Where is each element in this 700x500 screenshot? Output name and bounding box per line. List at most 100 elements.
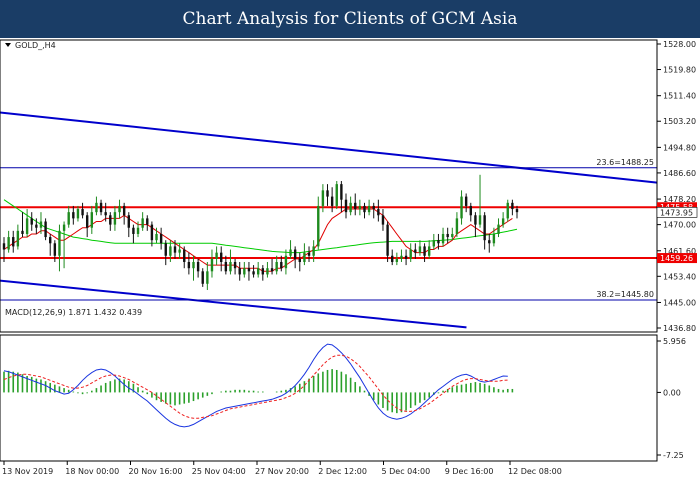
candle-body <box>155 233 158 241</box>
time-axis-label: 9 Dec 16:00 <box>445 467 494 476</box>
candle-body <box>150 224 154 241</box>
candle-body <box>196 261 200 272</box>
candle-body <box>391 255 394 262</box>
time-axis-label: 27 Nov 20:00 <box>255 467 309 476</box>
candle-body <box>501 218 505 225</box>
candle-body <box>12 237 15 247</box>
candle-body <box>455 218 459 234</box>
candle-body <box>474 215 477 225</box>
candle-body <box>427 246 431 256</box>
candle-body <box>358 205 362 210</box>
candle-body <box>81 209 84 216</box>
candle-body <box>35 224 38 228</box>
candle-body <box>21 230 24 234</box>
candle-body <box>488 240 491 244</box>
macd-axis-label: 5.956 <box>663 337 686 346</box>
candle-body <box>293 249 297 259</box>
time-axis-label: 12 Dec 08:00 <box>508 467 562 476</box>
candle-body <box>169 246 172 256</box>
candle-body <box>67 212 70 225</box>
candle-body <box>298 258 301 262</box>
candle-body <box>381 215 385 225</box>
candle-body <box>122 205 126 216</box>
price-chart: 23.6=1488.25 38.2=1445.80 1528.00 1519.80 1… <box>0 38 700 500</box>
candle-body <box>132 227 135 234</box>
candle-body <box>307 252 311 256</box>
price-axis-label: 1494.80 <box>663 143 696 152</box>
candle-body <box>432 240 436 247</box>
candle-body <box>349 202 352 213</box>
candle-body <box>44 221 47 238</box>
candle-body <box>261 268 265 275</box>
candle-body <box>312 246 315 256</box>
candle-body <box>367 205 371 213</box>
candle-body <box>275 261 278 272</box>
candle-body <box>340 184 343 200</box>
candle-body <box>344 199 348 213</box>
price-axis-label: 1436.80 <box>663 324 696 333</box>
candle-body <box>136 227 140 234</box>
candle-body <box>187 261 191 269</box>
candle-body <box>386 224 389 256</box>
candle-body <box>252 271 255 275</box>
candle-body <box>72 212 75 219</box>
time-axis-label: 20 Nov 16:00 <box>129 467 183 476</box>
candle-body <box>469 205 472 216</box>
candle-body <box>404 255 408 259</box>
candle-body <box>395 258 399 262</box>
candle-body <box>354 202 357 210</box>
time-axis-label: 2 Dec 12:00 <box>318 467 367 476</box>
candle-body <box>25 218 29 234</box>
candle-body <box>289 249 292 256</box>
candle-body <box>441 233 445 244</box>
candle-body <box>127 215 130 228</box>
candle-body <box>515 209 519 213</box>
candle-body <box>2 243 6 250</box>
candle-body <box>400 255 403 259</box>
support-price-tag-label: 1459.26 <box>660 254 693 263</box>
candle-body <box>363 205 366 213</box>
candle-body <box>280 261 283 269</box>
candle-body <box>238 268 241 275</box>
candle-body <box>113 212 117 225</box>
candle-body <box>224 261 228 272</box>
candle-body <box>7 237 10 250</box>
candle-body <box>30 218 33 225</box>
candle-body <box>326 190 329 197</box>
time-axis-label: 18 Nov 00:00 <box>65 467 119 476</box>
price-axis-label: 1486.60 <box>663 169 696 178</box>
candle-body <box>159 233 163 244</box>
candle-body <box>220 252 223 262</box>
current-price-tag-label: 1473.95 <box>660 208 693 217</box>
candle-body <box>49 237 52 244</box>
candle-body <box>478 215 482 225</box>
candle-body <box>58 230 61 256</box>
candle-body <box>141 218 144 228</box>
price-axis-label: 1519.80 <box>663 66 696 75</box>
candle-body <box>164 243 167 256</box>
candle-body <box>53 243 57 256</box>
price-axis-label: 1453.40 <box>663 272 696 281</box>
candle-body <box>270 268 274 272</box>
candle-body <box>492 233 496 244</box>
candle-body <box>317 205 320 247</box>
candle-body <box>256 268 260 275</box>
fibo-level-label: 38.2=1445.80 <box>596 290 654 299</box>
candle-body <box>85 215 89 228</box>
candle-body <box>506 202 509 219</box>
candle-body <box>104 212 107 216</box>
candle-body <box>173 246 177 253</box>
candle-body <box>418 246 422 253</box>
candle-body <box>95 202 98 213</box>
candle-body <box>109 215 112 225</box>
candle-body <box>99 202 103 213</box>
time-axis-label: 25 Nov 04:00 <box>192 467 246 476</box>
candle-body <box>497 224 500 234</box>
price-axis-label: 1503.20 <box>663 117 696 126</box>
candle-body <box>335 184 338 206</box>
candle-body <box>178 249 181 253</box>
candle-body <box>377 209 380 216</box>
candle-body <box>460 196 463 219</box>
candle-body <box>215 252 218 259</box>
candle-body <box>233 261 237 269</box>
